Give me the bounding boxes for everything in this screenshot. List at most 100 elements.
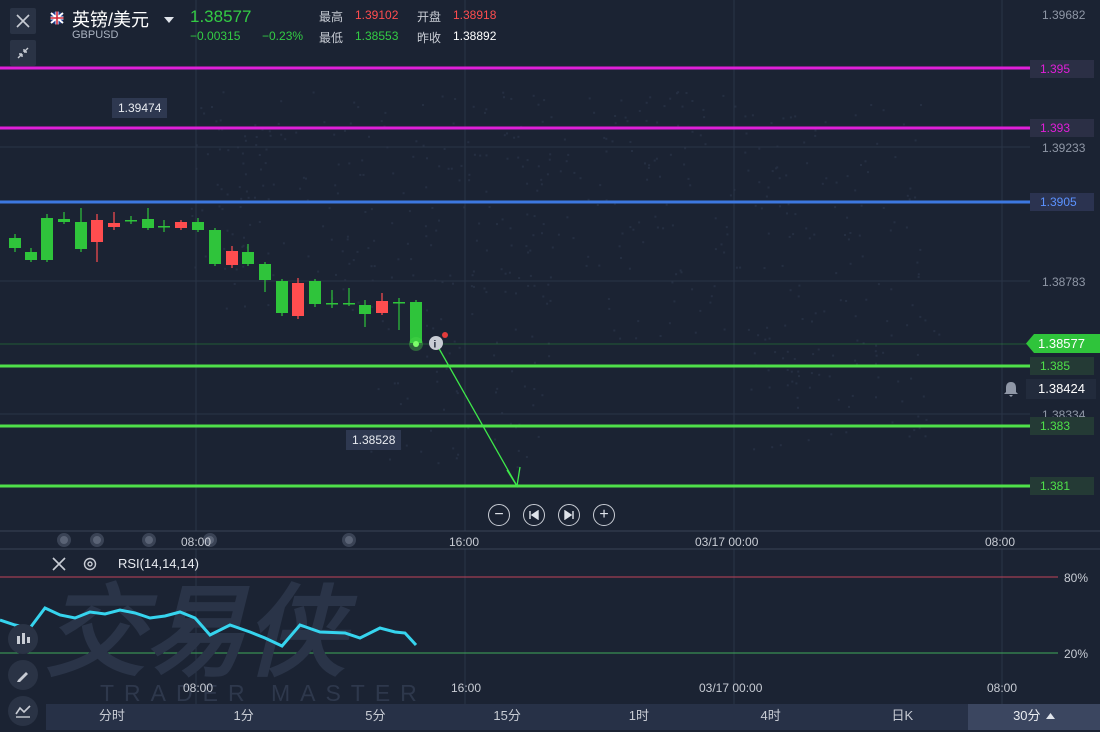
map-dot	[536, 189, 539, 192]
map-dot	[795, 382, 798, 385]
map-dot	[348, 262, 351, 265]
candle-body	[343, 303, 355, 305]
timeframe-bar: 分时 1分 5分 15分 1时 4时 日K 30分	[46, 704, 1100, 730]
scroll-end-button[interactable]	[558, 504, 580, 526]
zoom-in-button[interactable]: +	[593, 504, 615, 526]
map-dot	[333, 133, 336, 136]
candle-body	[326, 303, 338, 305]
map-dot	[646, 178, 649, 181]
timeframe-tab[interactable]: 4时	[705, 704, 837, 730]
rsi-settings-icon[interactable]	[82, 556, 98, 577]
timeframe-tab[interactable]: 1时	[573, 704, 705, 730]
hline-tag-1381[interactable]: 1.381	[1030, 477, 1094, 495]
map-dot	[811, 320, 813, 323]
map-dot	[846, 216, 849, 219]
hline-tag-13905[interactable]: 1.3905	[1030, 193, 1094, 211]
map-dot	[422, 104, 424, 106]
indicators-button[interactable]	[8, 624, 38, 654]
draw-tool-button[interactable]	[8, 660, 38, 690]
chart-type-button[interactable]	[8, 696, 38, 726]
map-dot	[699, 134, 702, 137]
hline-tag-1393[interactable]: 1.393	[1030, 119, 1094, 137]
event-marker[interactable]	[90, 533, 104, 547]
map-dot	[798, 284, 801, 287]
timeframe-tab[interactable]: 15分	[441, 704, 573, 730]
map-dot	[768, 386, 771, 389]
map-dot	[390, 276, 393, 279]
timeframe-tab[interactable]: 5分	[310, 704, 442, 730]
map-dot	[788, 235, 791, 238]
map-dot	[426, 324, 428, 327]
map-dot	[391, 222, 394, 225]
map-dot	[825, 177, 828, 180]
map-dot	[787, 203, 790, 206]
map-dot	[854, 359, 857, 362]
timeframe-tab-active[interactable]: 30分	[968, 704, 1100, 730]
map-dot	[726, 233, 729, 236]
timeframe-tab[interactable]: 1分	[178, 704, 310, 730]
map-dot	[764, 338, 767, 341]
map-dot	[224, 267, 227, 270]
open-value: 1.38918	[453, 8, 497, 22]
event-marker[interactable]	[142, 533, 156, 547]
map-dot	[470, 285, 473, 288]
map-dot	[353, 101, 356, 104]
scroll-start-button[interactable]	[523, 504, 545, 526]
map-dot	[566, 216, 569, 219]
map-dot	[242, 162, 245, 165]
collapse-button[interactable]	[10, 40, 36, 66]
map-dot	[891, 421, 894, 424]
map-dot	[548, 158, 551, 161]
pencil-icon	[17, 672, 28, 682]
map-dot	[255, 144, 258, 147]
map-dot	[917, 273, 920, 276]
alert-price[interactable]: 1.38424	[1026, 379, 1096, 399]
map-dot	[526, 213, 529, 216]
map-dot	[272, 183, 275, 186]
map-dot	[839, 299, 842, 302]
map-dot	[875, 344, 878, 347]
close-chart-button[interactable]	[10, 8, 36, 34]
map-dot	[258, 154, 261, 156]
map-dot	[789, 289, 792, 292]
hline-tag-1383[interactable]: 1.383	[1030, 417, 1094, 435]
map-dot	[890, 334, 893, 337]
hline-tag-1385[interactable]: 1.385	[1030, 357, 1094, 375]
map-dot	[317, 270, 320, 273]
map-dot	[593, 111, 596, 114]
map-dot	[722, 94, 725, 97]
hline-tag-1395[interactable]: 1.395	[1030, 60, 1094, 78]
timeframe-tab[interactable]: 分时	[46, 704, 178, 730]
close-rsi-icon[interactable]	[52, 557, 66, 576]
map-dot	[797, 370, 800, 373]
map-dot	[882, 351, 885, 354]
map-dot	[191, 215, 194, 217]
map-dot	[620, 257, 622, 259]
map-dot	[546, 302, 549, 305]
event-marker[interactable]	[342, 533, 356, 547]
event-marker[interactable]	[57, 533, 71, 547]
map-dot	[747, 169, 750, 172]
map-dot	[922, 395, 925, 398]
time-label: 03/17 00:00	[699, 681, 763, 695]
map-dot	[220, 188, 223, 191]
map-dot	[537, 103, 540, 106]
map-dot	[533, 388, 536, 390]
map-dot	[786, 369, 789, 371]
symbol-dropdown-icon[interactable]	[164, 11, 174, 29]
map-dot	[280, 133, 283, 136]
alert-bell-icon[interactable]	[1002, 380, 1020, 403]
map-dot	[729, 194, 732, 197]
map-dot	[377, 388, 380, 391]
map-dot	[430, 244, 433, 247]
map-dot	[408, 210, 411, 213]
map-dot	[642, 241, 645, 244]
timeframe-tab[interactable]: 日K	[837, 704, 969, 730]
zoom-out-button[interactable]: −	[488, 504, 510, 526]
map-dot	[312, 91, 315, 94]
map-dot	[645, 101, 648, 104]
rsi-level-high: 80%	[1064, 571, 1089, 585]
map-dot	[226, 193, 229, 196]
map-dot	[908, 198, 911, 201]
map-dot	[771, 170, 774, 173]
